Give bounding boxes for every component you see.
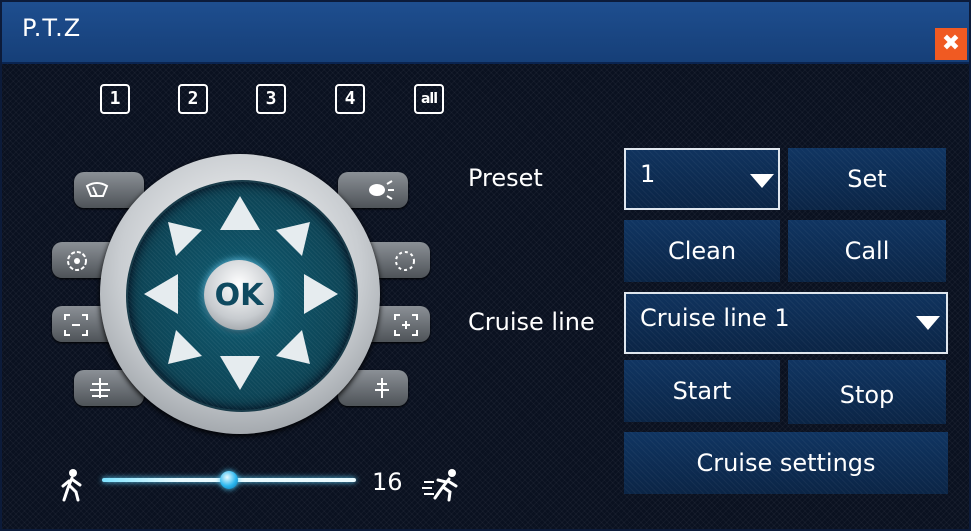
focus-near-icon	[90, 378, 110, 398]
preset-label: Preset	[468, 164, 543, 192]
arrow-up-right-icon[interactable]	[274, 220, 312, 258]
speed-value: 16	[372, 468, 403, 496]
arrow-right-icon[interactable]	[302, 272, 340, 316]
chevron-down-icon	[750, 174, 774, 188]
call-preset-button[interactable]: Call	[788, 220, 946, 282]
arrow-left-icon[interactable]	[142, 272, 180, 316]
start-cruise-button[interactable]: Start	[624, 360, 780, 422]
close-icon: ✖	[941, 31, 961, 56]
run-fast-icon	[422, 469, 458, 502]
iris-close-icon	[67, 251, 87, 271]
arrow-up-left-icon[interactable]	[166, 220, 204, 258]
light-icon	[369, 180, 394, 200]
ok-button[interactable]: OK	[204, 260, 274, 330]
ptz-window: P.T.Z ✖ 1 2 3 4 all OK 16 Preset 1 Set C…	[0, 0, 971, 531]
cruise-line-select[interactable]: Cruise line 1	[624, 292, 948, 354]
channel-all-button[interactable]: all	[414, 84, 444, 114]
preset-selected-value: 1	[640, 160, 656, 188]
title-bar[interactable]: P.T.Z ✖	[2, 2, 969, 64]
walk-slow-icon	[61, 469, 82, 502]
cruise-line-selected-value: Cruise line 1	[640, 304, 790, 332]
light-button[interactable]	[338, 172, 408, 208]
clean-preset-button[interactable]: Clean	[624, 220, 780, 282]
preset-select[interactable]: 1	[624, 148, 780, 210]
zoom-in-icon	[394, 314, 418, 336]
set-preset-button[interactable]: Set	[788, 148, 946, 210]
channel-1-button[interactable]: 1	[100, 84, 130, 114]
close-button[interactable]: ✖	[935, 28, 967, 60]
chevron-down-icon	[916, 316, 940, 330]
channel-4-button[interactable]: 4	[335, 84, 365, 114]
arrow-down-left-icon[interactable]	[166, 328, 204, 366]
cruise-settings-button[interactable]: Cruise settings	[624, 432, 948, 494]
speed-slider-handle[interactable]	[220, 471, 238, 489]
zoom-out-icon	[64, 314, 88, 336]
window-title: P.T.Z	[22, 14, 82, 42]
wiper-icon	[85, 182, 109, 197]
focus-far-icon	[375, 378, 389, 398]
ok-label: OK	[214, 278, 264, 313]
cruise-line-label: Cruise line	[468, 308, 595, 336]
iris-open-icon	[395, 251, 415, 271]
stop-cruise-button[interactable]: Stop	[788, 360, 946, 424]
arrow-down-icon[interactable]	[218, 354, 262, 392]
arrow-down-right-icon[interactable]	[274, 328, 312, 366]
channel-2-button[interactable]: 2	[178, 84, 208, 114]
channel-3-button[interactable]: 3	[256, 84, 286, 114]
arrow-up-icon[interactable]	[218, 194, 262, 232]
